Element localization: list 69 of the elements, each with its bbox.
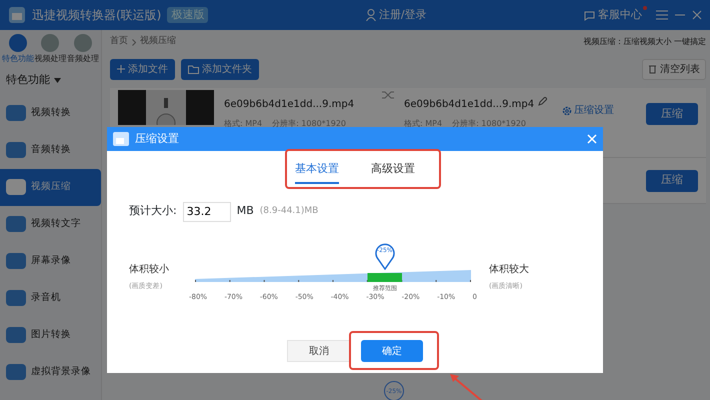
format-text: 格式: MP4 xyxy=(224,118,262,130)
tool-icon xyxy=(6,364,26,380)
dialog-tab[interactable]: 基本设置 xyxy=(295,161,339,184)
folder-icon xyxy=(188,64,199,74)
sidebar-item[interactable]: 视频转换 xyxy=(0,94,101,132)
category-icon xyxy=(74,34,92,52)
slider-max-label: 体积较大 xyxy=(489,262,530,276)
category-icon xyxy=(41,34,60,52)
resolution-text: 分辨率: 1080*1920 xyxy=(272,118,346,130)
caret-icon[interactable] xyxy=(54,78,61,83)
breadcrumb-item[interactable]: 视频压缩 xyxy=(140,35,176,49)
breadcrumb-item[interactable]: 首页 xyxy=(110,35,128,49)
tool-icon xyxy=(6,253,26,269)
sidebar-item[interactable]: 视频转文字 xyxy=(0,206,101,242)
ok-button[interactable]: 确定 xyxy=(361,340,423,362)
sidebar-item[interactable]: 音频转换 xyxy=(0,132,101,168)
category-icon xyxy=(9,34,28,52)
chat-icon xyxy=(584,10,595,20)
tool-icon xyxy=(6,327,26,343)
compress-button[interactable]: 压缩 xyxy=(646,170,698,192)
dialog-title: 压缩设置 xyxy=(135,130,179,147)
sidebar-item[interactable]: 视频压缩 xyxy=(0,168,101,206)
video-camera-icon xyxy=(113,132,129,146)
shuffle-icon xyxy=(382,90,394,100)
user-icon xyxy=(366,9,376,21)
category-tab[interactable]: 视频处理 xyxy=(34,34,66,65)
output-file-name: 6e09b6b4d1e1dd...9.mp4 xyxy=(404,98,534,112)
add-folder-button[interactable]: 添加文件夹 xyxy=(181,58,259,80)
chevron-icon xyxy=(132,38,136,46)
sidebar-item[interactable]: 屏幕录像 xyxy=(0,242,101,280)
file-name: 6e09b6b4d1e1dd...9.mp4 xyxy=(224,98,354,112)
category-tab[interactable]: 特色功能 xyxy=(2,34,34,65)
format-text: 格式: MP4 xyxy=(404,118,442,130)
sidebar-item[interactable]: 虚拟背景录像 xyxy=(0,354,101,390)
size-input[interactable]: 33.2 xyxy=(182,202,231,222)
dialog-tab[interactable]: 高级设置 xyxy=(371,161,415,184)
compress-settings-link[interactable]: 压缩设置 xyxy=(562,103,614,118)
category-tab[interactable]: 音频处理 xyxy=(66,34,99,65)
login-button[interactable]: 注册/登录 xyxy=(366,6,427,24)
sidebar-heading[interactable]: 特色功能 xyxy=(6,72,50,88)
tool-icon xyxy=(6,290,26,306)
add-file-button[interactable]: 添加文件 xyxy=(110,58,175,80)
size-label: 预计大小: xyxy=(129,203,177,220)
app-logo-icon xyxy=(8,6,26,24)
sidebar-item[interactable]: 录音机 xyxy=(0,280,101,316)
slider-min-label: 体积较小 xyxy=(129,262,170,276)
unit-text: MB xyxy=(236,203,254,220)
arrow xyxy=(450,374,483,400)
tagline: 视频压缩：压缩视频大小 一键搞定 xyxy=(583,36,706,48)
tool-icon xyxy=(6,179,26,195)
plus-icon xyxy=(117,65,125,73)
tool-icon xyxy=(6,142,26,158)
cancel-button[interactable]: 取消 xyxy=(287,340,351,362)
gear-icon xyxy=(562,106,572,116)
resolution-text: 分辨率: 1080*1920 xyxy=(452,118,526,130)
window-title: 迅捷视频转换器(联运版) xyxy=(32,7,162,24)
clear-list-button[interactable]: 清空列表 xyxy=(642,58,706,80)
pencil-icon[interactable] xyxy=(538,97,548,106)
menu-icon[interactable] xyxy=(656,10,668,20)
compress-button[interactable]: 压缩 xyxy=(646,103,698,125)
support-button[interactable]: 客服中心 xyxy=(584,6,642,24)
tool-icon xyxy=(6,216,26,232)
close-icon[interactable] xyxy=(692,10,702,20)
size-range: (8.9-44.1)MB xyxy=(260,204,318,218)
close-icon[interactable] xyxy=(587,134,597,144)
trash-icon xyxy=(648,64,657,74)
edition-badge: 极速版 xyxy=(167,6,208,24)
tool-icon xyxy=(6,105,26,121)
sidebar-item[interactable]: 图片转换 xyxy=(0,316,101,354)
